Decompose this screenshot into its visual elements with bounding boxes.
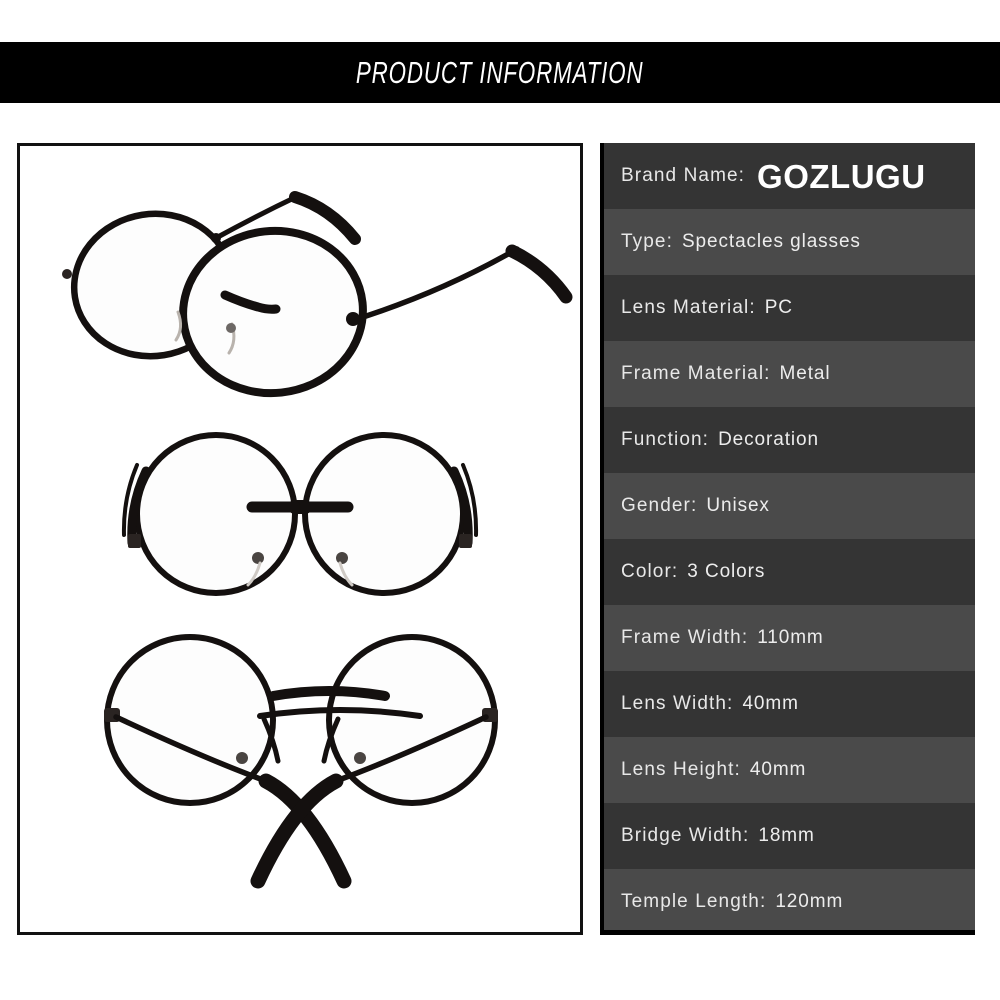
spec-label: Lens Material: xyxy=(621,297,756,318)
spec-row: Frame Width: 110mm xyxy=(604,605,975,671)
spec-label: Gender: xyxy=(621,495,698,516)
spec-row: Lens Material: PC xyxy=(604,275,975,341)
spec-value: 3 Colors xyxy=(687,561,766,582)
product-spec-panel: Brand Name: GOZLUGU Type: Spectacles glasse… xyxy=(600,143,975,935)
spec-row: Temple Length: 120mm xyxy=(604,869,975,930)
spec-value: 120mm xyxy=(775,891,844,912)
spec-label: Frame Width: xyxy=(621,627,749,648)
product-gallery-card xyxy=(17,143,583,935)
spec-row: Gender: Unisex xyxy=(604,473,975,539)
spec-value: Metal xyxy=(779,363,831,384)
spec-value: 110mm xyxy=(757,627,824,648)
spec-row: Color: 3 Colors xyxy=(604,539,975,605)
spec-row: Type: Spectacles glasses xyxy=(604,209,975,275)
spec-label: Bridge Width: xyxy=(621,825,750,846)
spec-label: Type: xyxy=(621,231,673,252)
spec-row: Brand Name: GOZLUGU xyxy=(604,143,975,209)
spec-row: Lens Width: 40mm xyxy=(604,671,975,737)
spec-value: 40mm xyxy=(742,693,799,714)
glasses-front-view-photo xyxy=(20,408,580,620)
spec-value: 40mm xyxy=(749,759,807,780)
spec-value: Spectacles glasses xyxy=(681,231,861,252)
spec-row: Frame Material: Metal xyxy=(604,341,975,407)
spec-row: Function: Decoration xyxy=(604,407,975,473)
spec-label: Temple Length: xyxy=(621,891,767,912)
spec-value: Unisex xyxy=(706,495,770,516)
spec-label: Function: xyxy=(621,429,710,450)
spec-row: Lens Height: 40mm xyxy=(604,737,975,803)
spec-value: Decoration xyxy=(718,429,819,450)
spec-label: Color: xyxy=(621,561,679,582)
brand-name-value: GOZLUGU xyxy=(757,157,926,195)
header-banner: PRODUCT INFORMATION xyxy=(0,42,1000,103)
spec-label: Lens Width: xyxy=(621,693,734,714)
glasses-angled-view-photo xyxy=(20,152,580,402)
spec-label: Lens Height: xyxy=(621,759,741,780)
spec-label: Brand Name: xyxy=(621,165,746,186)
spec-row: Bridge Width: 18mm xyxy=(604,803,975,869)
spec-value: PC xyxy=(764,297,793,318)
spec-label: Frame Material: xyxy=(621,363,771,384)
page-title: PRODUCT INFORMATION xyxy=(356,54,644,90)
glasses-rear-view-photo xyxy=(20,616,580,932)
spec-value: 18mm xyxy=(758,825,815,846)
